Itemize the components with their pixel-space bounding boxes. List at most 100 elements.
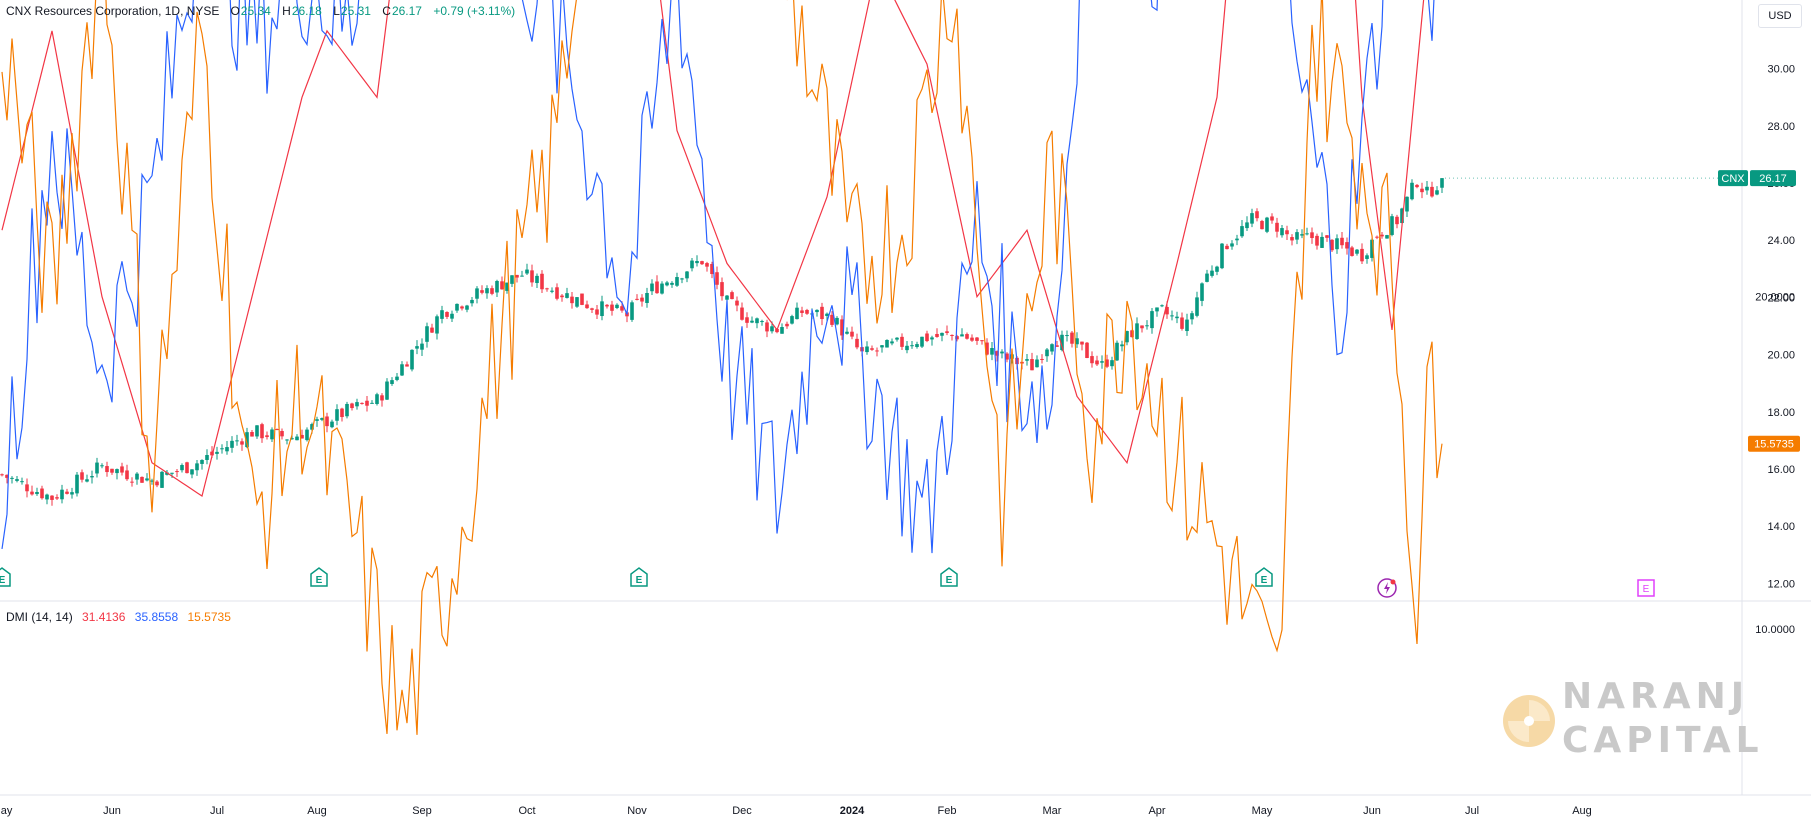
- candle-body: [965, 334, 969, 339]
- candle-body: [315, 419, 319, 421]
- candle-body: [1425, 186, 1429, 191]
- candle-body: [540, 273, 544, 290]
- candle-body: [895, 337, 899, 340]
- candle-body: [1240, 226, 1244, 237]
- candle-body: [75, 474, 79, 494]
- dmi-line-di: [1, 0, 1443, 735]
- candle-body: [385, 381, 389, 400]
- candle-body: [805, 309, 809, 314]
- candle-body: [1190, 313, 1194, 320]
- candle-body: [950, 334, 954, 336]
- price-tag-value: 26.17: [1759, 173, 1787, 185]
- candle-body: [1340, 237, 1344, 246]
- candle-body: [380, 395, 384, 401]
- candle-body: [1290, 237, 1294, 241]
- candle-body: [1185, 319, 1189, 332]
- candle-body: [835, 317, 839, 325]
- close-label: C: [382, 4, 391, 18]
- candle-body: [1200, 283, 1204, 301]
- candle-body: [495, 280, 499, 293]
- time-tick-label: Nov: [627, 805, 647, 817]
- watermark-logo: NARANJ CAPITAL: [1498, 672, 1798, 772]
- candle-body: [1225, 245, 1229, 250]
- time-tick-label: Jul: [1465, 805, 1479, 817]
- candle-body: [920, 336, 924, 347]
- candle-body: [490, 288, 494, 294]
- ticker-tag-label: CNX: [1721, 173, 1745, 185]
- candle-body: [1415, 184, 1419, 188]
- candle-body: [185, 462, 189, 474]
- candle-body: [395, 376, 399, 380]
- candle-body: [460, 306, 464, 309]
- candle-body: [1390, 216, 1394, 235]
- candle-body: [1045, 349, 1049, 357]
- candle-body: [1260, 220, 1264, 230]
- candle-body: [715, 272, 719, 285]
- candle-body: [1035, 359, 1039, 368]
- currency-button[interactable]: USD: [1758, 4, 1802, 28]
- candle-body: [1315, 235, 1319, 246]
- candle-body: [1325, 235, 1329, 238]
- candle-body: [1245, 222, 1249, 229]
- candle-body: [195, 463, 199, 471]
- candle-body: [910, 345, 914, 347]
- price-tick-label: 24.00: [1767, 235, 1795, 247]
- candle-body: [1210, 270, 1214, 276]
- candle-body: [405, 364, 409, 367]
- time-tick-label: Mar: [1043, 805, 1062, 817]
- time-tick-label: May: [0, 805, 13, 817]
- candle-body: [720, 282, 724, 297]
- candle-body: [1300, 234, 1304, 236]
- candle-body: [80, 472, 84, 480]
- candle-body: [20, 481, 24, 483]
- candle-body: [755, 318, 759, 324]
- candle-body: [465, 305, 469, 310]
- candle-body: [1350, 247, 1354, 256]
- candle-body: [480, 290, 484, 293]
- high-value: 26.18: [291, 4, 322, 18]
- low-value: 25.31: [340, 4, 371, 18]
- candle-body: [650, 283, 654, 292]
- candle-body: [1145, 325, 1149, 327]
- price-tick-label: 16.00: [1767, 464, 1795, 476]
- symbol-title[interactable]: CNX Resources Corporation, 1D, NYSE: [6, 4, 219, 18]
- close-value: 26.17: [391, 4, 422, 18]
- adx-value: 31.4136: [82, 610, 126, 624]
- candle-body: [115, 469, 119, 474]
- candle-body: [1180, 317, 1184, 329]
- candle-body: [175, 471, 179, 473]
- candle-body: [750, 320, 754, 323]
- time-tick-label: May: [1252, 805, 1273, 817]
- candle-body: [275, 428, 279, 430]
- candle-body: [1085, 342, 1089, 359]
- candle-body: [430, 327, 434, 333]
- candle-body: [390, 380, 394, 384]
- candle-body: [375, 394, 379, 404]
- candle-body: [55, 497, 59, 499]
- candle-body: [145, 478, 149, 481]
- candle-body: [1335, 238, 1339, 250]
- candle-body: [1220, 243, 1224, 269]
- candle-body: [790, 316, 794, 324]
- time-tick-label: Dec: [732, 805, 752, 817]
- candle-body: [880, 345, 884, 348]
- candle-body: [600, 301, 604, 317]
- candle-body: [190, 469, 194, 475]
- candle-body: [440, 310, 444, 319]
- dmi-tick-label: 20.0000: [1755, 292, 1795, 304]
- candle-body: [1170, 315, 1174, 317]
- candle-body: [280, 430, 284, 437]
- candle-body: [1430, 186, 1434, 197]
- candle-body: [30, 491, 34, 495]
- candle-body: [285, 439, 289, 441]
- indicator-legend[interactable]: DMI (14, 14) 31.4136 35.8558 15.5735: [6, 610, 237, 624]
- candle-body: [370, 402, 374, 404]
- time-tick-label: Aug: [307, 805, 327, 817]
- dmi-tick-label: 10.0000: [1755, 624, 1795, 636]
- candle-body: [820, 306, 824, 320]
- candle-body: [850, 331, 854, 337]
- candle-body: [1140, 325, 1144, 329]
- candle-body: [815, 309, 819, 313]
- candle-body: [45, 494, 49, 500]
- candle-body: [940, 332, 944, 336]
